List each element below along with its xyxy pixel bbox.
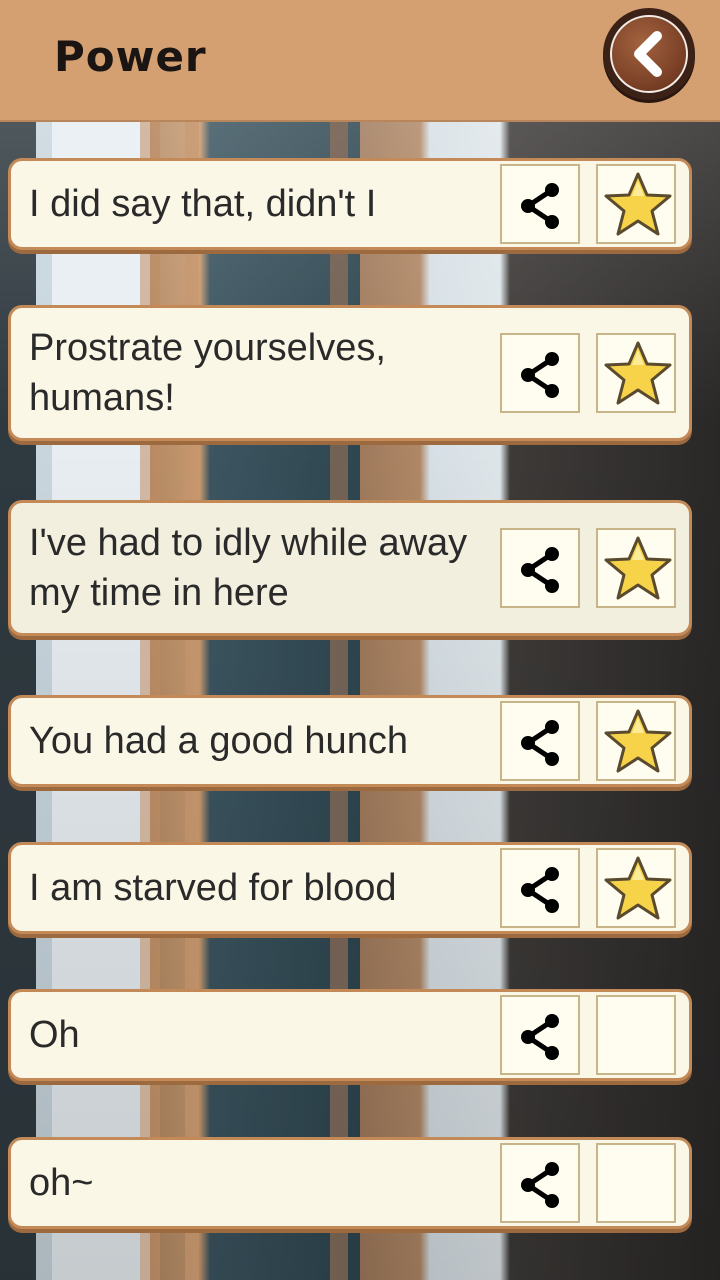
share-button[interactable] bbox=[500, 701, 580, 781]
share-icon bbox=[521, 867, 559, 913]
list-item[interactable]: I am starved for blood bbox=[8, 842, 692, 934]
quote-text: oh~ bbox=[29, 1162, 94, 1204]
back-button[interactable] bbox=[603, 8, 695, 100]
quote-text: I did say that, didn't I bbox=[29, 183, 377, 225]
favorite-button[interactable] bbox=[596, 164, 676, 244]
star-icon bbox=[604, 536, 672, 600]
quote-text: You had a good hunch bbox=[29, 720, 408, 762]
quote-text: I am starved for blood bbox=[29, 867, 397, 909]
list-item[interactable]: You had a good hunch bbox=[8, 695, 692, 787]
list-item[interactable]: oh~ bbox=[8, 1137, 692, 1229]
favorite-button[interactable] bbox=[596, 333, 676, 413]
share-icon bbox=[521, 183, 559, 229]
back-arrow-icon bbox=[634, 31, 662, 77]
star-icon bbox=[604, 341, 672, 405]
list-item[interactable]: Oh bbox=[8, 989, 692, 1081]
favorite-button[interactable] bbox=[596, 528, 676, 608]
page-title: Power bbox=[54, 32, 207, 81]
share-button[interactable] bbox=[500, 1143, 580, 1223]
share-button[interactable] bbox=[500, 164, 580, 244]
list-item[interactable]: Prostrate yourselves, humans! bbox=[8, 305, 692, 441]
header-bar: Power bbox=[0, 0, 720, 122]
share-icon bbox=[521, 1014, 559, 1060]
share-button[interactable] bbox=[500, 995, 580, 1075]
quote-text: Oh bbox=[29, 1014, 80, 1056]
quote-text: I've had to idly while away my time in h… bbox=[29, 522, 468, 614]
share-button[interactable] bbox=[500, 528, 580, 608]
favorite-button[interactable] bbox=[596, 848, 676, 928]
share-icon bbox=[521, 547, 559, 593]
list-item[interactable]: I've had to idly while away my time in h… bbox=[8, 500, 692, 636]
favorite-button-empty[interactable] bbox=[596, 1143, 676, 1223]
share-icon bbox=[521, 352, 559, 398]
list-item[interactable]: I did say that, didn't I bbox=[8, 158, 692, 250]
favorite-button-empty[interactable] bbox=[596, 995, 676, 1075]
star-icon bbox=[604, 172, 672, 236]
share-button[interactable] bbox=[500, 848, 580, 928]
quote-text: Prostrate yourselves, humans! bbox=[29, 327, 386, 419]
star-icon bbox=[604, 856, 672, 920]
share-button[interactable] bbox=[500, 333, 580, 413]
star-icon bbox=[604, 709, 672, 773]
share-icon bbox=[521, 1162, 559, 1208]
favorite-button[interactable] bbox=[596, 701, 676, 781]
app-screen: Power I did say that, didn't I Prostrate… bbox=[0, 0, 720, 1280]
share-icon bbox=[521, 720, 559, 766]
